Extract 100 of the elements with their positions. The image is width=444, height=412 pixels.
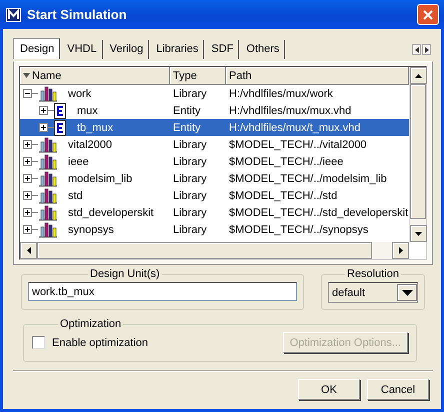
plus-icon xyxy=(40,107,47,114)
tree-row[interactable]: tb_mux Entity H:/vhdlfiles/mux/t_mux.vhd xyxy=(20,119,409,136)
group-label: Resolution xyxy=(346,268,400,280)
scroll-left-button[interactable] xyxy=(20,242,37,259)
type-cell-text: Library xyxy=(172,172,208,184)
path-cell-text: H:/vhdlfiles/mux/work xyxy=(228,88,334,100)
ok-button[interactable]: OK xyxy=(298,379,360,400)
left-arrow-icon xyxy=(414,46,418,52)
tree-row[interactable]: std Library $MODEL_TECH/../std xyxy=(20,187,409,204)
path-cell-text: $MODEL_TECH/../modelsim_lib xyxy=(228,172,388,184)
plus-icon xyxy=(40,124,47,131)
group-label: Optimization xyxy=(59,318,122,330)
cancel-button[interactable]: Cancel xyxy=(367,379,429,400)
scroll-thumb[interactable] xyxy=(410,84,426,219)
entity-document-icon xyxy=(54,120,67,136)
resolution-dropdown[interactable]: default xyxy=(328,282,418,303)
tab[interactable]: Others xyxy=(240,40,286,59)
window-title: Start Simulation xyxy=(27,7,128,22)
library-bars-icon xyxy=(38,86,58,102)
column-header[interactable]: Type xyxy=(170,67,226,85)
name-cell-text: synopsys xyxy=(67,224,114,236)
tree-row[interactable]: modelsim_lib Library $MODEL_TECH/../modelsim_lib xyxy=(20,170,409,187)
scroll-right-button[interactable] xyxy=(392,242,409,259)
path-cell-text: $MODEL_TECH/../std_developerskit xyxy=(228,206,409,218)
tab[interactable]: VHDL xyxy=(61,40,103,59)
tree-row[interactable]: mux Entity H:/vhdlfiles/mux/mux.vhd xyxy=(20,102,409,119)
expand-button[interactable] xyxy=(23,174,32,183)
collapse-button[interactable] xyxy=(23,89,32,98)
type-cell-text: Library xyxy=(172,156,208,168)
tree-row[interactable]: vital2000 Library $MODEL_TECH/../vital2000 xyxy=(20,136,409,153)
library-bars-icon xyxy=(38,188,58,204)
tab[interactable]: SDF xyxy=(205,40,240,59)
library-bars-icon xyxy=(38,154,58,170)
column-header[interactable]: Path xyxy=(226,67,409,85)
type-cell-text: Library xyxy=(172,206,208,218)
scroll-up-button[interactable] xyxy=(410,67,427,84)
expand-button[interactable] xyxy=(23,191,32,200)
checkbox-label: Enable optimization xyxy=(52,336,148,348)
checkbox[interactable] xyxy=(32,336,45,349)
column-header[interactable]: Name xyxy=(20,67,170,85)
tree-row[interactable]: ieee Library $MODEL_TECH/../ieee xyxy=(20,153,409,170)
vertical-scrollbar[interactable] xyxy=(409,67,426,242)
type-cell-text: Library xyxy=(172,190,208,202)
group-label: Design Unit(s) xyxy=(89,268,161,280)
tree-row[interactable]: synopsys Library $MODEL_TECH/../synopsys xyxy=(20,221,409,238)
name-cell-text: std xyxy=(67,190,83,202)
up-arrow-icon xyxy=(415,74,422,78)
library-bars-icon xyxy=(38,136,58,152)
tab[interactable]: Verilog xyxy=(104,40,150,59)
path-cell-text: H:/vhdlfiles/mux/t_mux.vhd xyxy=(228,122,362,134)
app-logo-icon xyxy=(6,8,21,22)
plus-icon xyxy=(24,141,31,148)
name-cell-text: tb_mux xyxy=(76,122,114,134)
dropdown-value: default xyxy=(331,286,366,298)
down-arrow-icon xyxy=(415,232,422,236)
name-cell-text: work xyxy=(67,88,92,100)
name-cell-text: std_developerskit xyxy=(67,206,154,218)
plus-icon xyxy=(24,175,31,182)
path-cell-text: H:/vhdlfiles/mux/mux.vhd xyxy=(228,104,352,116)
design-units-field[interactable]: work.tb_mux xyxy=(28,282,297,301)
expand-button[interactable] xyxy=(39,123,48,132)
expand-button[interactable] xyxy=(23,225,32,234)
scroll-right-button[interactable] xyxy=(422,44,431,55)
name-cell-text: vital2000 xyxy=(67,138,112,150)
path-cell-text: $MODEL_TECH/../std xyxy=(228,190,338,202)
path-cell-text: $MODEL_TECH/../ieee xyxy=(228,156,344,168)
close-button[interactable] xyxy=(417,4,439,25)
plus-icon xyxy=(24,158,31,165)
name-cell-text: ieee xyxy=(67,156,89,168)
sort-icon xyxy=(23,72,30,79)
expand-button[interactable] xyxy=(23,208,32,217)
dropdown-button[interactable] xyxy=(397,284,417,301)
right-arrow-icon xyxy=(424,46,428,52)
plus-icon xyxy=(24,226,31,233)
name-cell-text: modelsim_lib xyxy=(67,172,132,184)
tree-row[interactable]: std_developerskit Library $MODEL_TECH/../std_developerskit xyxy=(20,204,409,221)
right-arrow-icon xyxy=(398,247,402,254)
scroll-down-button[interactable] xyxy=(410,225,427,242)
type-cell-text: Entity xyxy=(172,122,202,134)
tree-row[interactable]: work Library H:/vhdlfiles/mux/work xyxy=(20,85,409,102)
tab[interactable]: Libraries xyxy=(150,40,204,59)
path-cell-text: $MODEL_TECH/../vital2000 xyxy=(228,138,368,150)
tab[interactable]: Design xyxy=(13,38,60,59)
expand-button[interactable] xyxy=(39,106,48,115)
entity-document-icon xyxy=(54,102,67,118)
type-cell-text: Library xyxy=(172,138,208,150)
library-bars-icon xyxy=(38,204,58,220)
down-arrow-icon xyxy=(402,290,412,296)
left-arrow-icon xyxy=(26,247,30,254)
scroll-left-button[interactable] xyxy=(412,44,421,55)
type-cell-text: Library xyxy=(172,88,208,100)
name-cell-text: mux xyxy=(76,104,98,116)
expand-button[interactable] xyxy=(23,157,32,166)
library-bars-icon xyxy=(38,222,58,238)
expand-button[interactable] xyxy=(23,140,32,149)
type-cell-text: Library xyxy=(172,224,208,236)
plus-icon xyxy=(24,192,31,199)
close-icon xyxy=(423,10,433,20)
plus-icon xyxy=(24,209,31,216)
library-bars-icon xyxy=(38,170,58,186)
